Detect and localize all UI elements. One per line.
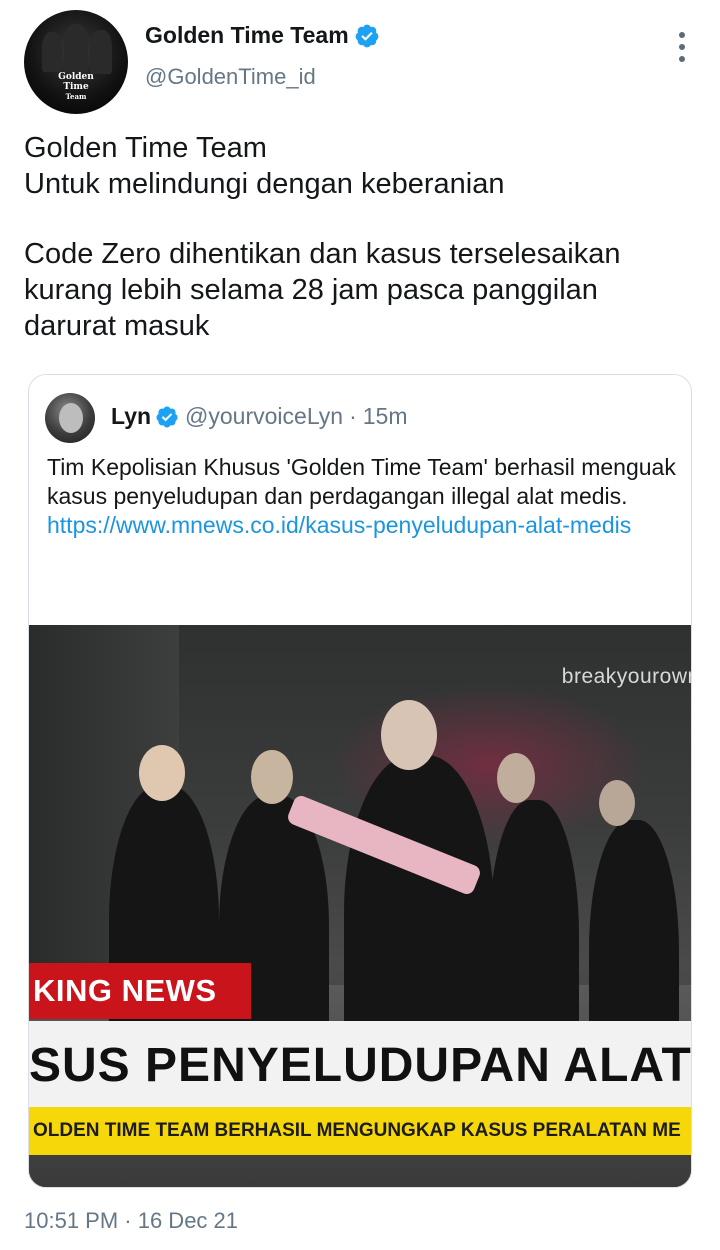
media-watermark: breakyourowr bbox=[561, 665, 691, 688]
tweet-timestamp[interactable]: 10:51 PM · 16 Dec 21 bbox=[24, 1208, 238, 1234]
verified-badge-icon bbox=[156, 406, 178, 427]
quoted-link[interactable]: https://www.mnews.co.id/kasus-penyeludup… bbox=[47, 511, 637, 540]
more-vertical-icon[interactable] bbox=[676, 32, 688, 62]
breaking-news-banner: KING NEWS bbox=[29, 963, 251, 1019]
author-avatar[interactable]: Golden Time Team bbox=[24, 10, 128, 114]
quoted-media-image[interactable]: breakyourowr KING NEWS SUS PENYELUDUPAN … bbox=[29, 625, 691, 1187]
dot-icon bbox=[679, 32, 685, 38]
dot-icon bbox=[679, 56, 685, 62]
author-handle[interactable]: @GoldenTime_id bbox=[145, 64, 316, 90]
quoted-tweet-card[interactable]: Lyn @yourvoiceLyn · 15m Tim Kepolisian K… bbox=[28, 374, 692, 1188]
tweet-paragraph: Golden Time Team Untuk melindungi dengan… bbox=[24, 132, 505, 200]
author-display-name[interactable]: Golden Time Team bbox=[145, 22, 349, 49]
separator-dot: · bbox=[349, 403, 357, 429]
dot-icon bbox=[679, 44, 685, 50]
quoted-handle[interactable]: @yourvoiceLyn bbox=[185, 403, 343, 430]
news-headline-banner: SUS PENYELUDUPAN ALAT I bbox=[29, 1021, 691, 1111]
quoted-author-avatar[interactable] bbox=[45, 393, 95, 443]
tweet-text: Golden Time Team Untuk melindungi dengan… bbox=[24, 130, 696, 344]
author-name-row[interactable]: Golden Time Team bbox=[145, 22, 380, 49]
tweet-paragraph: Code Zero dihentikan dan kasus terselesa… bbox=[24, 238, 621, 342]
tweet-header: Golden Time Team Golden Time Team @Golde… bbox=[24, 10, 696, 114]
avatar-logo: Golden Time Team bbox=[58, 72, 94, 101]
quoted-tweet-header: Lyn @yourvoiceLyn · 15m bbox=[111, 403, 407, 430]
verified-badge-icon bbox=[355, 24, 379, 47]
news-ticker-banner: OLDEN TIME TEAM BERHASIL MENGUNGKAP KASU… bbox=[29, 1107, 691, 1155]
quoted-timestamp[interactable]: 15m bbox=[363, 403, 408, 430]
quoted-tweet-text: Tim Kepolisian Khusus 'Golden Time Team'… bbox=[47, 453, 677, 540]
quoted-text: Tim Kepolisian Khusus 'Golden Time Team'… bbox=[47, 454, 676, 509]
quoted-display-name[interactable]: Lyn bbox=[111, 403, 151, 430]
